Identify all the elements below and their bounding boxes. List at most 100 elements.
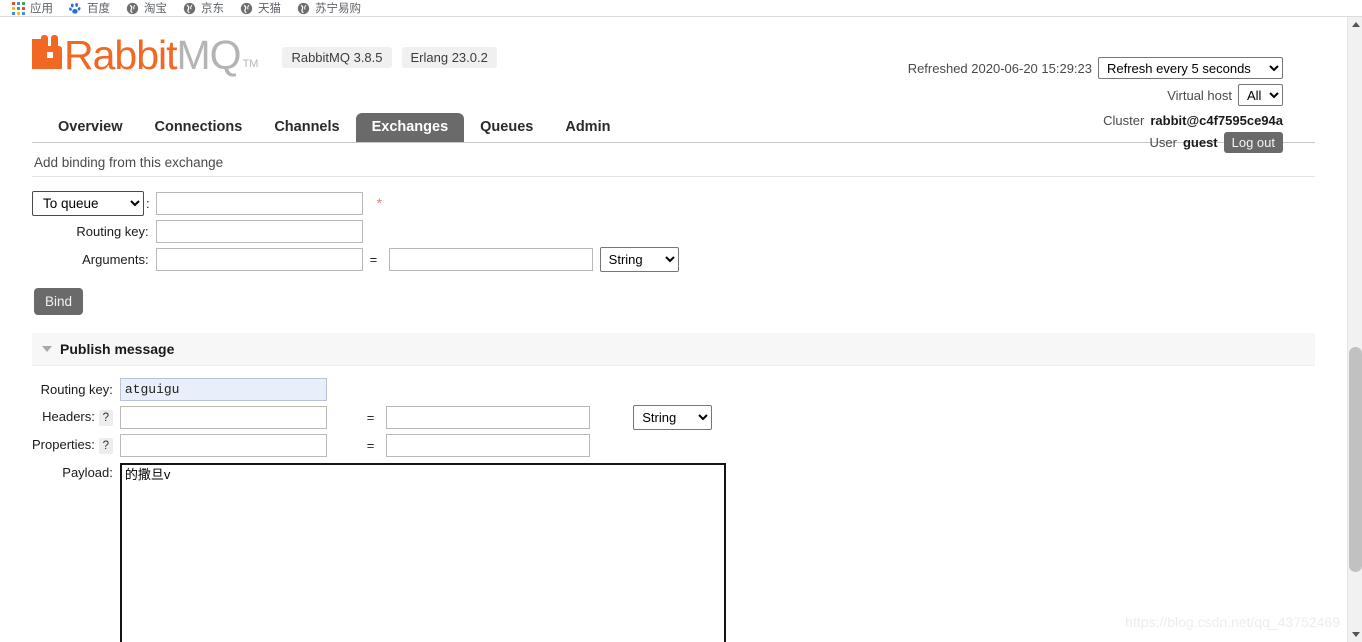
publish-routing-key-input[interactable] xyxy=(119,378,327,401)
tab-overview[interactable]: Overview xyxy=(42,113,139,142)
globe-icon xyxy=(297,2,310,14)
tab-channels[interactable]: Channels xyxy=(258,113,355,142)
headers-help-icon[interactable]: ? xyxy=(98,409,113,426)
publish-headers-label: Headers: xyxy=(42,409,95,425)
publish-header-key-cell xyxy=(119,403,360,432)
publish-payload-row: Payload: 的撒旦v xyxy=(32,459,726,642)
binding-arguments-label: Arguments: xyxy=(82,252,149,267)
publish-properties-row: Properties:? = xyxy=(32,432,726,459)
binding-argument-equals: = xyxy=(369,252,378,267)
add-binding-form: To queue : * Routing key: Arguments: = S… xyxy=(32,189,679,274)
refresh-row: Refreshed 2020-06-20 15:29:23 Refresh ev… xyxy=(908,57,1283,79)
collapse-triangle-icon[interactable] xyxy=(42,346,52,352)
version-badges: RabbitMQ 3.8.5 Erlang 23.0.2 xyxy=(282,47,497,73)
refresh-interval-select[interactable]: Refresh every 5 seconds xyxy=(1098,57,1283,79)
tab-exchanges[interactable]: Exchanges xyxy=(355,113,465,142)
publish-property-key-input[interactable] xyxy=(119,434,327,457)
publish-property-equals: = xyxy=(366,438,375,453)
binding-arguments-row: Arguments: = String xyxy=(32,245,679,274)
publish-header-value-input[interactable] xyxy=(385,406,590,429)
publish-property-key-cell xyxy=(119,432,360,459)
app-header: Rabbit MQ TM RabbitMQ 3.8.5 Erlang 23.0.… xyxy=(32,17,1315,153)
refreshed-timestamp: Refreshed 2020-06-20 15:29:23 xyxy=(907,60,1092,76)
destination-input-cell xyxy=(155,189,363,218)
globe-icon xyxy=(183,2,196,14)
publish-headers-label-cell: Headers:? xyxy=(32,403,120,432)
tab-admin[interactable]: Admin xyxy=(549,113,626,142)
binding-argument-type-cell: String xyxy=(593,245,679,274)
scroll-up-arrow-icon[interactable] xyxy=(1348,17,1362,32)
globe-icon xyxy=(240,2,253,14)
binding-argument-key-input[interactable] xyxy=(155,248,363,271)
badge-rabbitmq-version: RabbitMQ 3.8.5 xyxy=(282,47,392,68)
bookmark-apps[interactable]: 应用 xyxy=(12,0,53,16)
binding-argument-type-select[interactable]: String xyxy=(599,247,679,272)
badge-erlang-version: Erlang 23.0.2 xyxy=(401,47,497,68)
logout-button[interactable]: Log out xyxy=(1223,131,1283,153)
binding-argument-value-input[interactable] xyxy=(388,248,593,271)
binding-destination-row: To queue : * xyxy=(32,189,679,218)
required-asterisk: * xyxy=(376,194,383,211)
bookmark-taobao[interactable]: 淘宝 xyxy=(126,0,167,16)
publish-routing-key-cell xyxy=(119,376,360,403)
publish-payload-cell: 的撒旦v xyxy=(119,459,726,642)
publish-routing-key-label: Routing key: xyxy=(40,382,113,397)
vhost-row: Virtual host All xyxy=(908,84,1283,106)
rabbit-logo-icon xyxy=(32,35,62,69)
bookmark-label: 百度 xyxy=(87,3,110,15)
publish-payload-textarea[interactable]: 的撒旦v xyxy=(119,463,726,642)
publish-header-type-select[interactable]: String xyxy=(633,405,713,430)
publish-header-type-cell: String xyxy=(626,403,726,432)
tab-connections[interactable]: Connections xyxy=(139,113,259,142)
browser-bookmarks-bar: 应用 百度 淘宝 京东 天猫 苏宁易购 xyxy=(0,0,1362,17)
cluster-value: rabbit@c4f7595ce94a xyxy=(1150,112,1283,128)
publish-header-key-input[interactable] xyxy=(119,406,327,429)
publish-payload-label: Payload: xyxy=(62,465,113,480)
bookmark-baidu[interactable]: 百度 xyxy=(69,0,110,16)
bookmark-jd[interactable]: 京东 xyxy=(183,0,224,16)
binding-destination-input[interactable] xyxy=(155,192,363,215)
binding-destination-select[interactable]: To queue xyxy=(32,191,144,216)
apps-grid-icon xyxy=(12,1,25,15)
rabbitmq-logo: Rabbit MQ TM xyxy=(32,32,259,78)
binding-routing-key-input[interactable] xyxy=(155,220,363,243)
user-value: guest xyxy=(1182,134,1218,150)
publish-properties-label: Properties: xyxy=(32,437,95,453)
publish-message-form: Routing key: Headers:? = String xyxy=(32,376,726,642)
properties-help-icon[interactable]: ? xyxy=(98,437,113,454)
destination-cell: To queue : xyxy=(32,189,156,218)
publish-property-value-input[interactable] xyxy=(385,434,590,457)
publish-routing-key-row: Routing key: xyxy=(32,376,726,403)
bookmark-label: 天猫 xyxy=(258,3,281,15)
publish-properties-label-cell: Properties:? xyxy=(32,432,120,459)
publish-header-value-cell: = xyxy=(360,403,627,432)
globe-icon xyxy=(126,2,139,14)
bookmark-suning[interactable]: 苏宁易购 xyxy=(297,0,361,16)
bookmark-label: 京东 xyxy=(201,3,224,15)
publish-message-title: Publish message xyxy=(60,341,175,357)
scroll-down-arrow-icon[interactable] xyxy=(1348,627,1362,642)
binding-routing-key-row: Routing key: xyxy=(32,218,679,245)
publish-message-section-header[interactable]: Publish message xyxy=(32,333,1315,366)
cluster-row: Cluster rabbit@c4f7595ce94a xyxy=(908,111,1283,129)
bind-button[interactable]: Bind xyxy=(34,288,84,315)
tab-queues[interactable]: Queues xyxy=(464,113,549,142)
bookmark-label: 应用 xyxy=(30,3,53,15)
logo-trademark: TM xyxy=(242,58,259,70)
baidu-icon xyxy=(69,2,81,14)
publish-header-equals: = xyxy=(366,410,375,425)
publish-property-value-cell: = xyxy=(360,432,627,459)
binding-routing-key-label: Routing key: xyxy=(76,224,149,239)
vertical-scrollbar[interactable] xyxy=(1347,17,1362,642)
bookmark-tmall[interactable]: 天猫 xyxy=(240,0,281,16)
bookmark-label: 苏宁易购 xyxy=(315,3,361,15)
binding-argument-key-cell xyxy=(155,245,363,274)
logo-text-mq: MQ xyxy=(176,32,242,78)
destination-colon: : xyxy=(146,196,150,211)
user-label: User xyxy=(1149,134,1177,150)
vhost-select[interactable]: All xyxy=(1238,84,1283,106)
binding-routing-key-cell xyxy=(155,218,363,245)
vhost-label: Virtual host xyxy=(1167,87,1232,103)
scrollbar-thumb[interactable] xyxy=(1349,347,1362,572)
binding-argument-value-cell: = xyxy=(363,245,593,274)
